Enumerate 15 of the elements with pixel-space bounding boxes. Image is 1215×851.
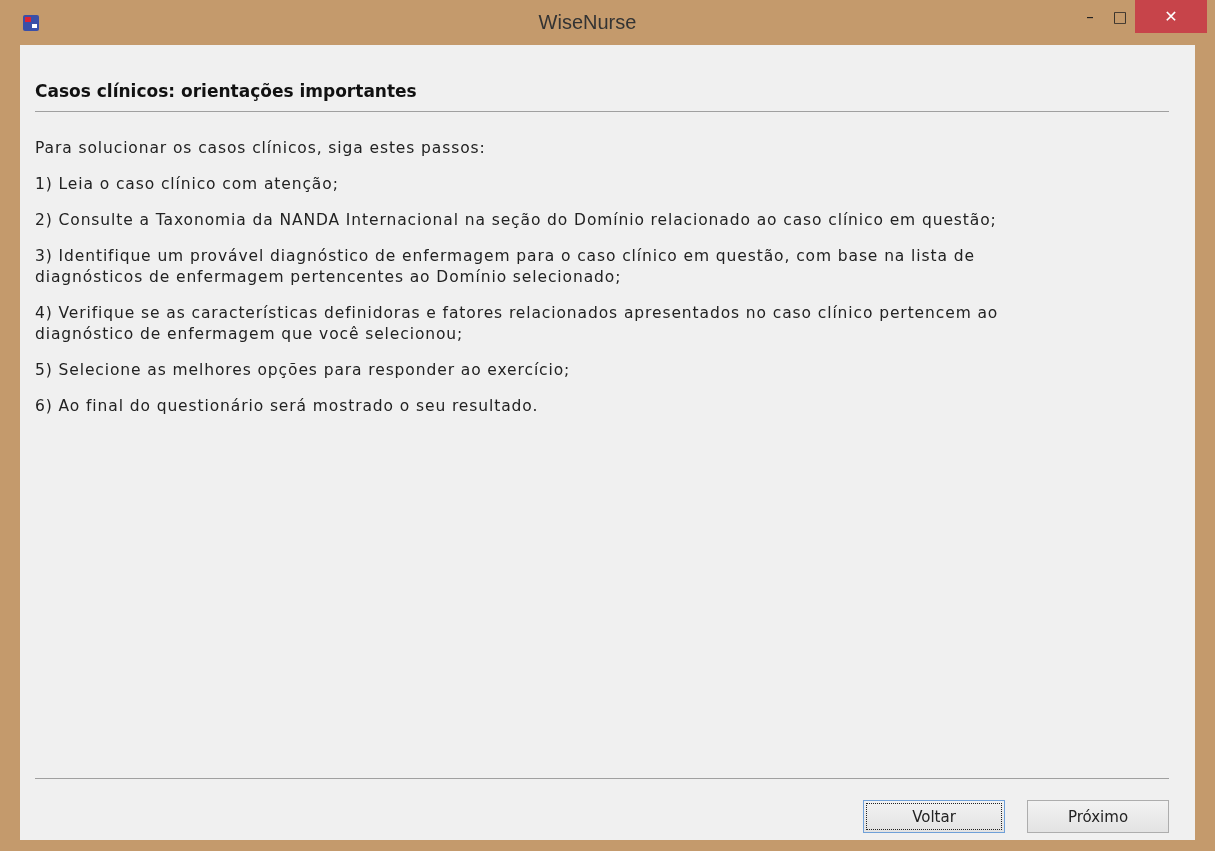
app-icon: [22, 13, 40, 32]
intro-text: Para solucionar os casos clínicos, siga estes passos:: [35, 138, 487, 159]
step-text: 3) Identifique um provável diagnóstico de enfermagem para o caso clínico em questão, com base na lista de diagnósticos de enfermagem pertencentes ao Domínio selecionado;: [35, 246, 976, 288]
step-text: 1) Leia o caso clínico com atenção;: [35, 174, 340, 195]
maximize-button[interactable]: □: [1105, 0, 1135, 34]
step-text: 5) Selecione as melhores opções para responder ao exercício;: [35, 360, 572, 381]
close-button[interactable]: ✕: [1135, 0, 1207, 33]
window-title: WiseNurse: [537, 11, 638, 34]
minimize-button[interactable]: –: [1075, 0, 1105, 34]
next-button[interactable]: Próximo: [1027, 800, 1169, 833]
section-heading: Casos clínicos: orientações importantes: [35, 81, 418, 101]
step-text: 2) Consulte a Taxonomia da NANDA Internacional na seção do Domínio relacionado ao caso clínico em questão;: [35, 210, 998, 231]
step-text: 6) Ao final do questionário será mostrado o seu resultado.: [35, 396, 540, 417]
step-text: 4) Verifique se as características definidoras e fatores relacionados apresentados no caso clínico pertencem ao diagnóstico de enfermagem que você selecionou;: [35, 303, 1000, 345]
back-button[interactable]: Voltar: [863, 800, 1005, 833]
